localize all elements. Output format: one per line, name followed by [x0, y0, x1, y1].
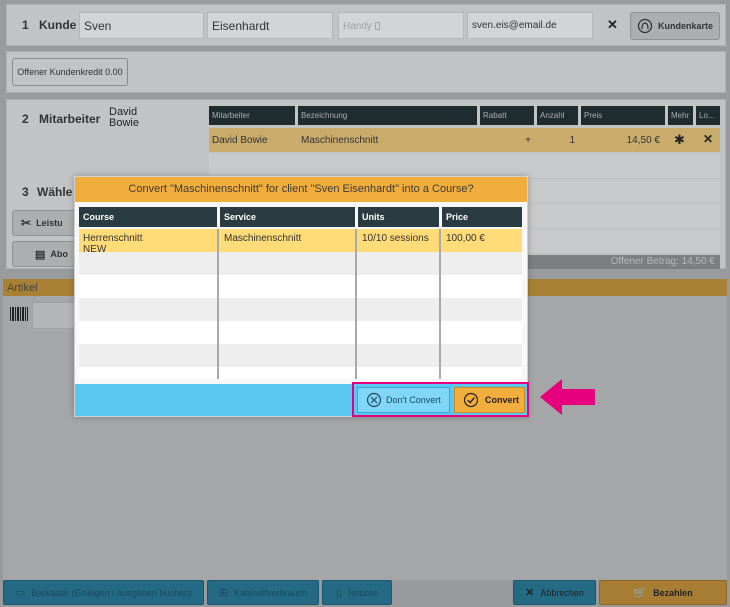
col-staff: Mitarbeiter [209, 106, 295, 125]
cash-register-button[interactable]: ▭ Barkasse (Einlagen / Ausgaben buchen) [3, 580, 204, 605]
staff-name-last: Bowie [109, 117, 139, 129]
cabinet-button[interactable]: ⊞ Kabinettverbrauch [207, 580, 319, 605]
cash-register-label: Barkasse (Einlagen / Ausgaben buchen) [31, 587, 192, 598]
row-quantity[interactable]: 1 [537, 128, 578, 152]
customer-label: Kunde [39, 18, 77, 32]
last-name-field[interactable]: Eisenhardt [207, 12, 333, 39]
barcode-icon [10, 307, 28, 321]
col-quantity: Anzahl [537, 106, 578, 125]
dialog-row-course-name: Herrenschnitt [83, 233, 143, 244]
customer-card-label: Kundenkarte [657, 21, 713, 31]
staff-label: Mitarbeiter [39, 112, 101, 126]
customer-panel: 1 Kunde Sven Eisenhardt Handy sven.eis@e… [6, 4, 726, 46]
open-amount: Offener Betrag: 14,50 € [610, 256, 715, 267]
dialog-col-course: Course [79, 207, 217, 227]
open-credit-button[interactable]: Offener Kundenkredit 0.00 [12, 58, 128, 86]
col-discount: Rabatt [480, 106, 534, 125]
dialog-column-divider [439, 229, 441, 379]
cash-register-icon: ▭ [14, 587, 26, 599]
abo-button[interactable]: ▤ Abo [12, 241, 82, 267]
email-field[interactable]: sven.eis@email.de [467, 12, 593, 39]
convert-button[interactable]: Convert [454, 387, 525, 413]
choose-step-number: 3 [22, 185, 29, 199]
dialog-row-course-new: NEW [83, 244, 107, 255]
more-options-icon[interactable]: ✱ [674, 132, 685, 148]
dont-convert-icon [366, 392, 382, 408]
customer-card-button[interactable]: Kundenkarte [630, 12, 720, 40]
row-staff: David Bowie [212, 135, 268, 146]
dont-convert-label: Don't Convert [386, 395, 441, 405]
dialog-title-bar: Convert "Maschinenschnitt" for client "S… [75, 177, 527, 202]
dialog-row-price: 100,00 € [446, 233, 485, 244]
articles-label: Artikel [7, 282, 38, 294]
delete-row-icon[interactable]: ✕ [703, 132, 713, 146]
row-discount[interactable]: + [480, 128, 534, 152]
convert-check-icon [463, 392, 479, 408]
first-name-field[interactable]: Sven [79, 12, 204, 39]
cart-icon: 🛒 [633, 587, 648, 599]
dialog-row-units: 10/10 sessions [362, 233, 429, 244]
phone-icon [374, 22, 380, 30]
pay-button[interactable]: 🛒 Bezahlen [599, 580, 727, 605]
col-delete: Lo... [696, 106, 720, 125]
credit-panel: Offener Kundenkredit 0.00 [6, 51, 726, 93]
row-name: Maschinenschnitt [301, 135, 379, 146]
dialog-col-service: Service [220, 207, 355, 227]
convert-label: Convert [485, 395, 520, 405]
dialog-title: Convert "Maschinenschnitt" for client "S… [128, 183, 474, 195]
dialog-column-divider [355, 229, 357, 379]
service-icon: ✂ [21, 216, 32, 230]
col-name: Bezeichnung [298, 106, 477, 125]
dialog-row-service: Maschinenschnitt [224, 233, 302, 244]
cancel-icon: ✕ [525, 587, 535, 599]
pointer-arrow-icon [540, 379, 595, 415]
dialog-col-units: Units [358, 207, 439, 227]
phone-field[interactable]: Handy [338, 12, 464, 39]
abo-icon: ▤ [35, 248, 46, 261]
barcode-input[interactable] [32, 302, 77, 329]
cancel-label: Abbrechen [540, 587, 584, 598]
cabinet-icon: ⊞ [218, 587, 229, 599]
col-price: Preis [581, 106, 665, 125]
convert-dialog: Convert "Maschinenschnitt" for client "S… [74, 176, 528, 417]
phone-placeholder: Handy [343, 21, 372, 32]
customer-card-icon [637, 18, 653, 34]
dont-convert-button[interactable]: Don't Convert [357, 387, 450, 413]
open-credit-label: Offener Kundenkredit 0.00 [17, 67, 123, 77]
abo-button-label: Abo [50, 249, 68, 259]
notes-button[interactable]: ▯ Notizen [322, 580, 392, 605]
customer-step-number: 1 [22, 18, 29, 32]
staff-step-number: 2 [22, 112, 29, 126]
notes-label: Notizen [347, 587, 379, 598]
col-more: Mehr [668, 106, 693, 125]
cancel-button[interactable]: ✕ Abbrechen [513, 580, 596, 605]
row-price: 14,50 € [626, 135, 660, 146]
cabinet-label: Kabinettverbrauch [234, 587, 308, 598]
pay-label: Bezahlen [653, 587, 693, 598]
dialog-row-course: Herrenschnitt NEW [79, 230, 217, 258]
choose-label: Wähle [37, 185, 73, 199]
dialog-col-price: Price [442, 207, 522, 227]
notes-icon: ▯ [335, 587, 342, 599]
service-button[interactable]: ✂ Leistu [12, 210, 82, 236]
dialog-column-divider [217, 229, 219, 379]
clear-customer-icon[interactable]: ✕ [607, 17, 618, 33]
service-button-label: Leistu [36, 218, 63, 228]
